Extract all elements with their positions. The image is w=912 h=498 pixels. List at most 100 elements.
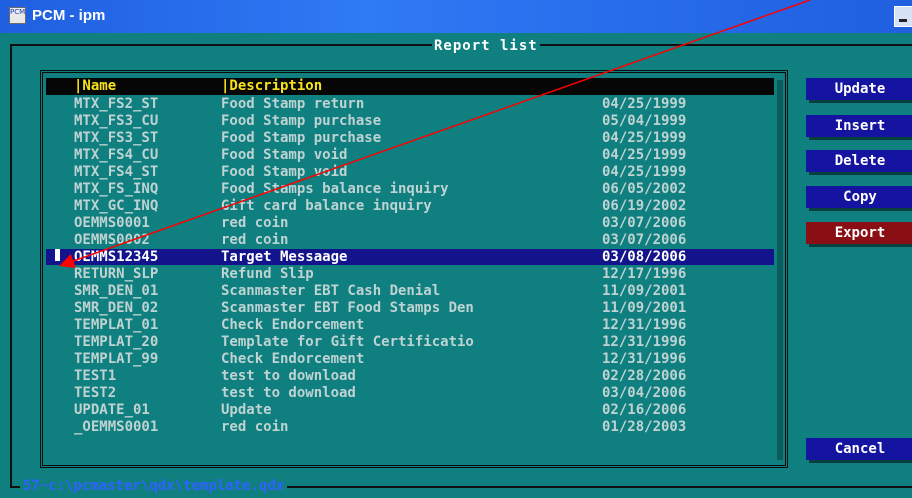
row-name: SMR_DEN_02 xyxy=(74,300,159,316)
title-bar[interactable]: PCM PCM - ipm xyxy=(0,0,912,33)
row-date: 01/28/2003 xyxy=(602,419,687,435)
file-path: c:\pcmaster\qdx\template.qdx xyxy=(48,478,285,494)
row-description: Food Stamps balance inquiry xyxy=(221,181,449,197)
row-name: MTX_GC_INQ xyxy=(74,198,159,214)
row-date: 12/31/1996 xyxy=(602,351,687,367)
row-name: OEMMS0001 xyxy=(74,215,150,231)
row-date: 02/28/2006 xyxy=(602,368,687,384)
table-row[interactable]: OEMMS12345 Target Messaage 03/08/2006 xyxy=(46,249,774,265)
table-row[interactable]: OEMMS0001 red coin 03/07/2006 xyxy=(46,215,774,231)
table-row[interactable]: OEMMS0002 red coin 03/07/2006 xyxy=(46,232,774,248)
row-description: test to download xyxy=(221,368,356,384)
row-name: RETURN_SLP xyxy=(74,266,159,282)
row-description: Update xyxy=(221,402,272,418)
table-row[interactable]: _OEMMS0001 red coin 01/28/2003 xyxy=(46,419,774,435)
table-row[interactable]: MTX_GC_INQ Gift card balance inquiry 06/19… xyxy=(46,198,774,214)
list-header: |Name |Description xyxy=(46,78,774,95)
copy-button[interactable]: Copy xyxy=(806,186,912,208)
table-row[interactable]: MTX_FS_INQ Food Stamps balance inquiry 06/… xyxy=(46,181,774,197)
row-name: TEMPLAT_99 xyxy=(74,351,159,367)
row-date: 03/04/2006 xyxy=(602,385,687,401)
row-description: Scanmaster EBT Cash Denial xyxy=(221,283,441,299)
row-description: Gift card balance inquiry xyxy=(221,198,432,214)
row-name: MTX_FS3_CU xyxy=(74,113,159,129)
row-description: Food Stamp void xyxy=(221,147,348,163)
row-name: SMR_DEN_01 xyxy=(74,283,159,299)
row-description: Food Stamp return xyxy=(221,96,365,112)
window-title: PCM - ipm xyxy=(32,7,106,24)
row-name: OEMMS0002 xyxy=(74,232,150,248)
row-date: 11/09/2001 xyxy=(602,283,687,299)
row-description: test to download xyxy=(221,385,356,401)
list-scrollbar[interactable] xyxy=(777,80,783,460)
row-date: 05/04/1999 xyxy=(602,113,687,129)
table-row[interactable]: SMR_DEN_01 Scanmaster EBT Cash Denial 11/0… xyxy=(46,283,774,299)
table-row[interactable]: TEMPLAT_20 Template for Gift Certificatio… xyxy=(46,334,774,350)
row-name: MTX_FS4_ST xyxy=(74,164,159,180)
row-description: Check Endorcement xyxy=(221,317,365,333)
row-name: TEST2 xyxy=(74,385,117,401)
row-description: Refund Slip xyxy=(221,266,314,282)
app-icon[interactable]: PCM xyxy=(9,7,26,24)
row-name: UPDATE_01 xyxy=(74,402,150,418)
table-row[interactable]: TEST2 test to download 03/04/2006 xyxy=(46,385,774,401)
minimize-button[interactable] xyxy=(894,6,912,27)
row-date: 06/19/2002 xyxy=(602,198,687,214)
row-date: 11/09/2001 xyxy=(602,300,687,316)
row-description: Scanmaster EBT Food Stamps Den xyxy=(221,300,474,316)
table-row[interactable]: TEST1 test to download 02/28/2006 xyxy=(46,368,774,384)
insert-button[interactable]: Insert xyxy=(806,115,912,137)
row-name: MTX_FS2_ST xyxy=(74,96,159,112)
row-date: 03/08/2006 xyxy=(602,249,687,265)
row-date: 04/25/1999 xyxy=(602,147,687,163)
table-row[interactable]: SMR_DEN_02 Scanmaster EBT Food Stamps Den… xyxy=(46,300,774,316)
row-date: 12/17/1996 xyxy=(602,266,687,282)
row-description: Check Endorcement xyxy=(221,351,365,367)
row-description: red coin xyxy=(221,215,289,231)
row-description: Food Stamp purchase xyxy=(221,130,382,146)
row-description: Food Stamp void xyxy=(221,164,348,180)
table-row[interactable]: MTX_FS4_ST Food Stamp void 04/25/1999 xyxy=(46,164,774,180)
row-date: 06/05/2002 xyxy=(602,181,687,197)
record-count: 57 xyxy=(23,478,40,494)
table-row[interactable]: MTX_FS3_ST Food Stamp purchase 04/25/1999 xyxy=(46,130,774,146)
row-description: red coin xyxy=(221,419,289,435)
row-name: MTX_FS3_ST xyxy=(74,130,159,146)
row-date: 12/31/1996 xyxy=(602,334,687,350)
table-row[interactable]: TEMPLAT_01 Check Endorcement 12/31/1996 xyxy=(46,317,774,333)
row-date: 03/07/2006 xyxy=(602,215,687,231)
row-name: MTX_FS_INQ xyxy=(74,181,159,197)
row-date: 04/25/1999 xyxy=(602,96,687,112)
row-date: 02/16/2006 xyxy=(602,402,687,418)
row-name: TEMPLAT_01 xyxy=(74,317,159,333)
table-row[interactable]: UPDATE_01 Update 02/16/2006 xyxy=(46,402,774,418)
row-description: Target Messaage xyxy=(221,249,348,265)
table-row[interactable]: MTX_FS2_ST Food Stamp return 04/25/1999 xyxy=(46,96,774,112)
table-row[interactable]: RETURN_SLP Refund Slip 12/17/1996 xyxy=(46,266,774,282)
column-header-name[interactable]: |Name xyxy=(74,78,116,95)
row-date: 03/07/2006 xyxy=(602,232,687,248)
status-footer: 57─c:\pcmaster\qdx\template.qdx xyxy=(20,478,288,494)
row-name: TEMPLAT_20 xyxy=(74,334,159,350)
row-date: 04/25/1999 xyxy=(602,130,687,146)
frame-title: Report list xyxy=(432,38,540,54)
row-description: Food Stamp purchase xyxy=(221,113,382,129)
selection-marker xyxy=(55,249,60,261)
row-description: red coin xyxy=(221,232,289,248)
row-name: MTX_FS4_CU xyxy=(74,147,159,163)
table-row[interactable]: TEMPLAT_99 Check Endorcement 12/31/1996 xyxy=(46,351,774,367)
row-description: Template for Gift Certificatio xyxy=(221,334,474,350)
row-name: _OEMMS0001 xyxy=(74,419,159,435)
table-row[interactable]: MTX_FS3_CU Food Stamp purchase 05/04/1999 xyxy=(46,113,774,129)
row-name: OEMMS12345 xyxy=(74,249,159,265)
app-window: PCM PCM - ipm Report list |Name |Descrip… xyxy=(0,0,912,498)
column-header-description[interactable]: |Description xyxy=(221,78,322,95)
row-name: TEST1 xyxy=(74,368,117,384)
export-button[interactable]: Export xyxy=(806,222,912,244)
delete-button[interactable]: Delete xyxy=(806,150,912,172)
row-date: 12/31/1996 xyxy=(602,317,687,333)
table-row[interactable]: MTX_FS4_CU Food Stamp void 04/25/1999 xyxy=(46,147,774,163)
cancel-button[interactable]: Cancel xyxy=(806,438,912,460)
update-button[interactable]: Update xyxy=(806,78,912,100)
row-date: 04/25/1999 xyxy=(602,164,687,180)
